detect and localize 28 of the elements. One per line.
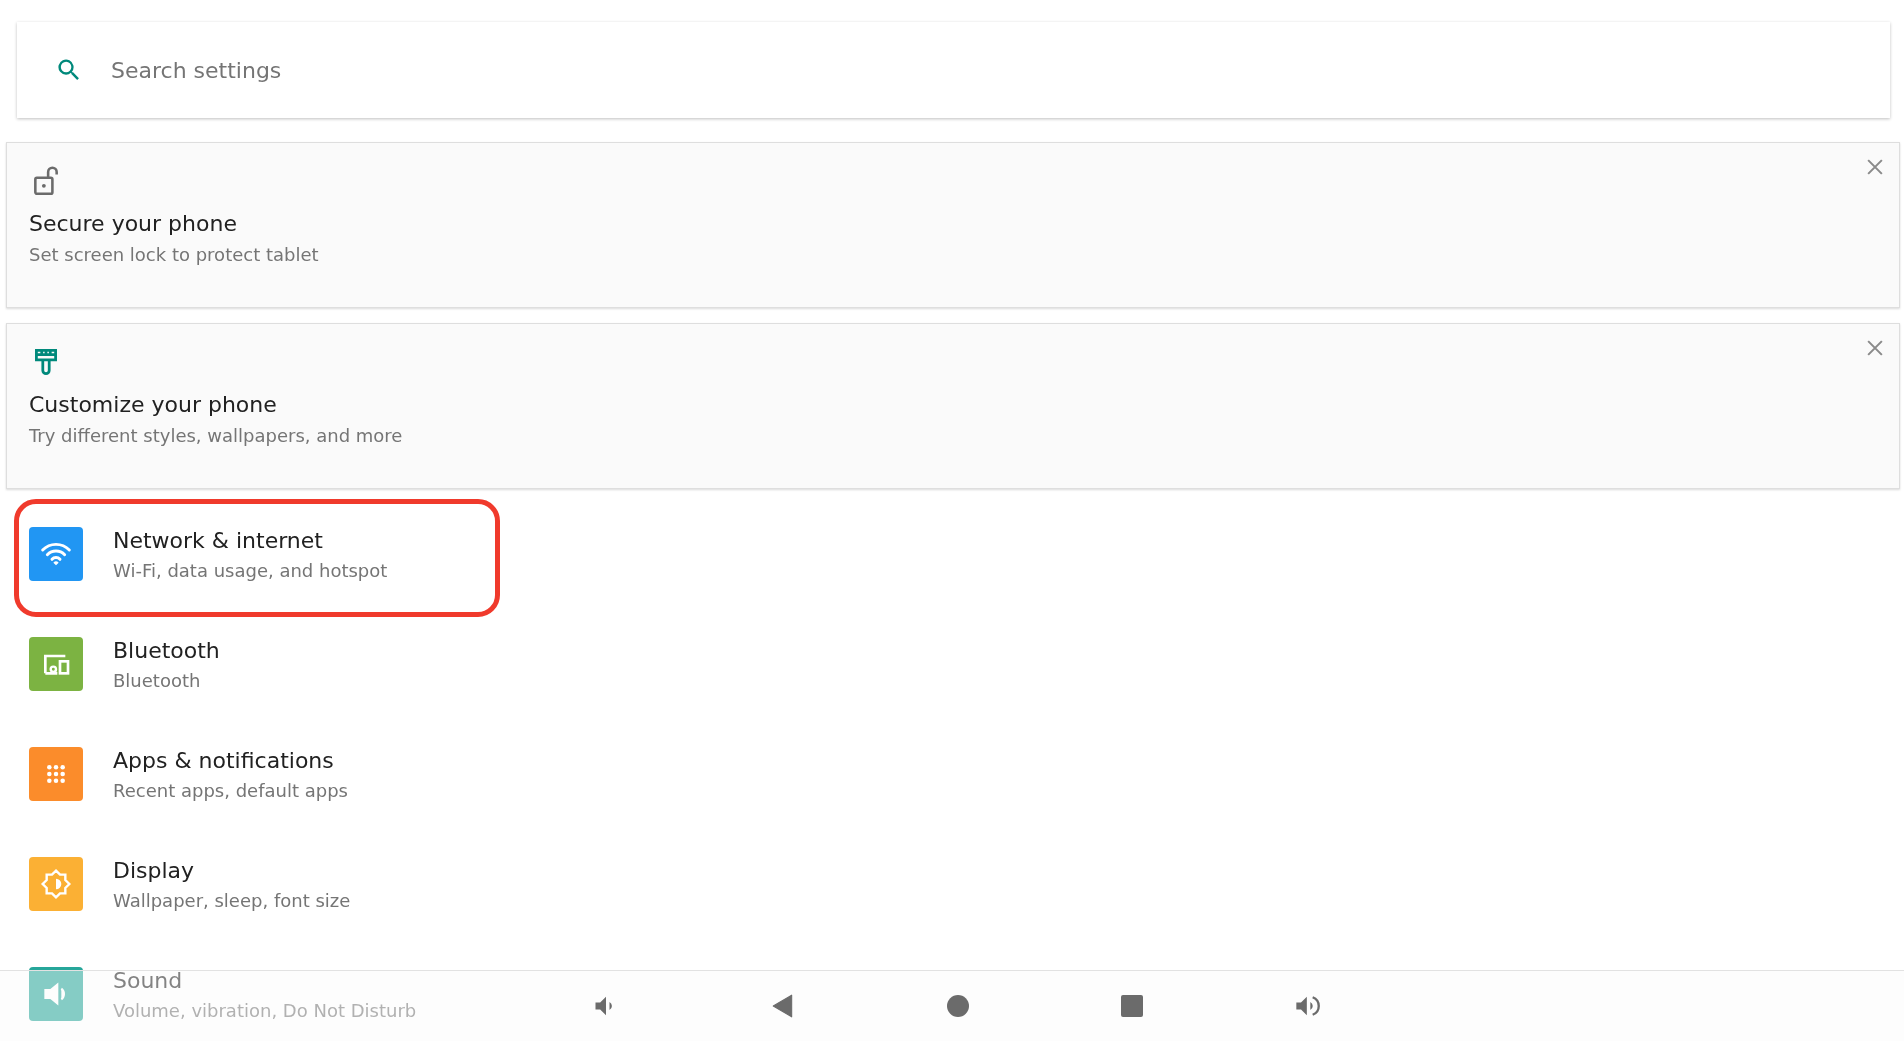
home-icon[interactable] — [946, 994, 970, 1018]
settings-item-summary: Bluetooth — [113, 669, 202, 691]
suggestion-summary: Set screen lock to protect tablet — [29, 244, 320, 265]
settings-item-title: Network & internet — [113, 527, 324, 553]
unlocked-padlock-icon — [33, 165, 59, 197]
settings-item-title: Sound — [113, 967, 184, 993]
suggestion-card[interactable]: Customize your phone Try different styles, wallpapers, and more — [6, 323, 1900, 489]
settings-item-summary: Recent apps, default apps — [113, 779, 348, 801]
settings-item-title: Bluetooth — [113, 637, 220, 663]
settings-item[interactable]: Apps & notifications Recent apps, default apps — [0, 719, 1904, 829]
close-icon[interactable] — [1867, 340, 1883, 356]
close-icon[interactable] — [1867, 159, 1883, 175]
suggestion-title: Customize your phone — [29, 392, 278, 417]
settings-item-summary: Volume, vibration, Do Not Disturb — [113, 999, 417, 1021]
suggestion-title: Secure your phone — [29, 211, 238, 236]
settings-item[interactable]: Network & internet Wi-Fi, data usage, and hotspot — [0, 499, 1904, 609]
settings-item[interactable]: Sound Volume, vibration, Do Not Disturb — [0, 939, 1904, 1041]
settings-item-summary: Wi-Fi, data usage, and hotspot — [113, 559, 388, 581]
search-field[interactable]: Search settings — [109, 56, 713, 84]
settings-item-summary: Wallpaper, sleep, font size — [113, 889, 351, 911]
suggestion-card[interactable]: Secure your phone Set screen lock to protect tablet — [6, 142, 1900, 308]
settings-item-title: Apps & notifications — [113, 747, 335, 773]
suggestion-summary: Try different styles, wallpapers, and more — [29, 425, 404, 446]
recents-icon[interactable] — [1120, 994, 1144, 1018]
settings-item-title: Display — [113, 857, 196, 883]
settings-item[interactable]: Display Wallpaper, sleep, font size — [0, 829, 1904, 939]
paintbrush-icon — [33, 346, 59, 378]
settings-item[interactable]: Bluetooth Bluetooth — [0, 609, 1904, 719]
